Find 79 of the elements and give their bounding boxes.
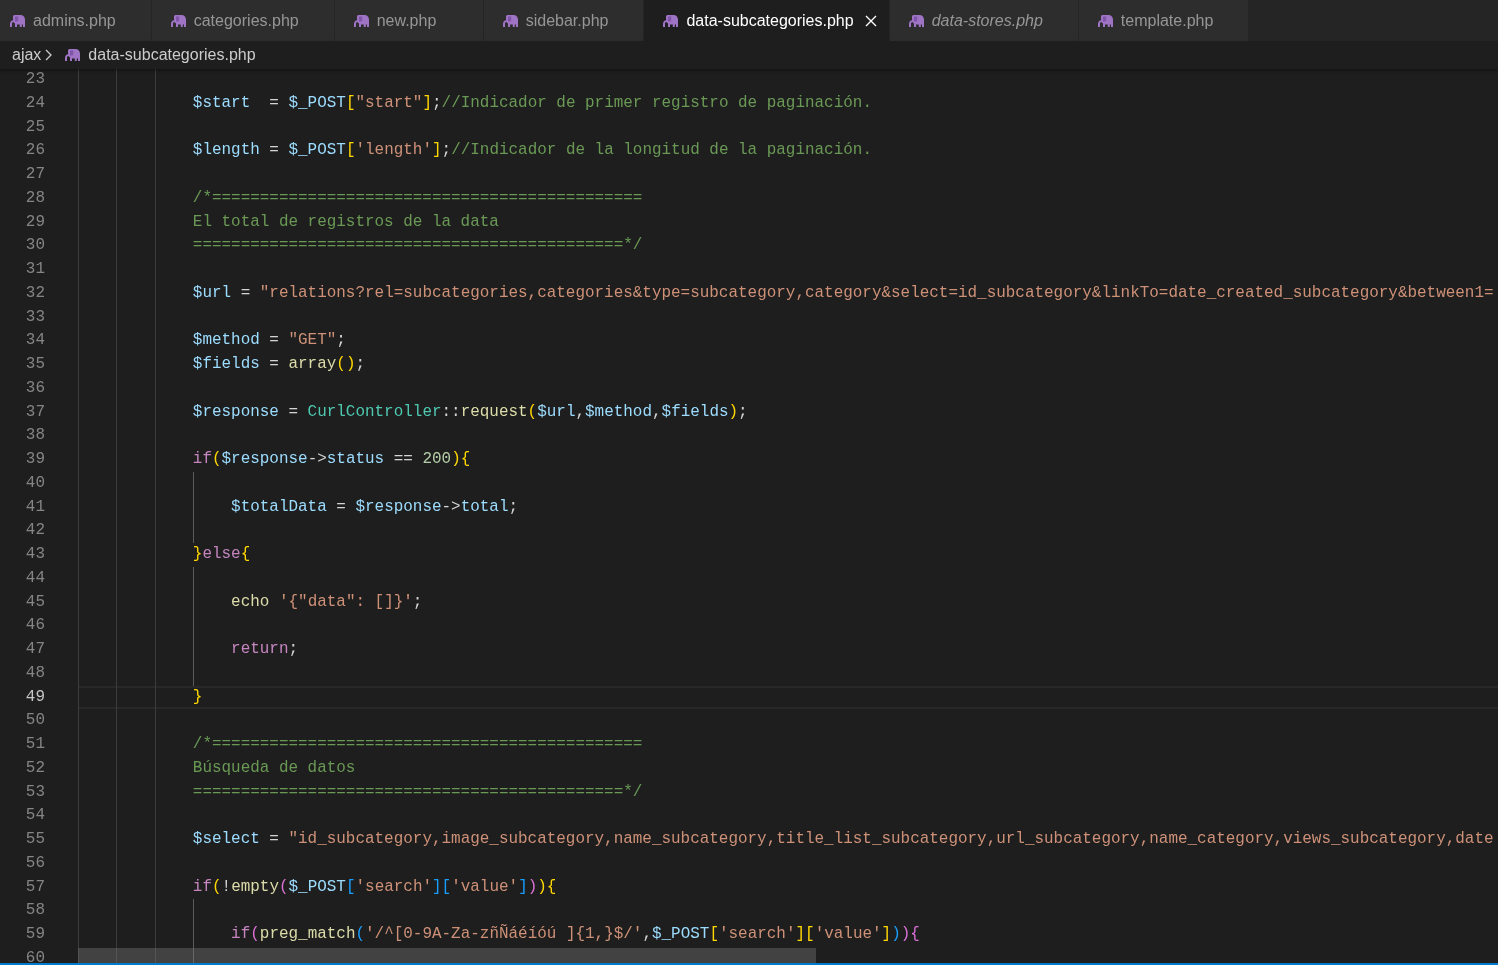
elephant-icon (9, 14, 25, 27)
line-number: 37 (25, 401, 45, 423)
line-number: 24 (25, 92, 45, 114)
code-line: return; (231, 639, 299, 660)
editor-tab[interactable]: data-stores.php (889, 0, 1079, 41)
line-number: 49 (25, 686, 45, 708)
elephant-icon (1096, 14, 1113, 27)
line-number: 45 (25, 591, 45, 613)
editor-tab[interactable]: new.php (334, 0, 484, 41)
editor-tab[interactable]: sidebar.php (483, 0, 645, 41)
elephant-icon (352, 14, 369, 27)
horizontal-scrollbar[interactable] (78, 948, 816, 963)
code-line: if($response->status == 200){ (192, 449, 471, 470)
code-line: $url = "relations?rel=subcategories,categories&type=subcategory,category&select=id_subcategory&linkTo=date_created_subcategory&between1= (192, 282, 1494, 304)
line-number: 50 (25, 710, 45, 732)
elephant-icon (64, 49, 81, 61)
code-line: $response = CurlController::request($url,$method,$fields); (192, 401, 748, 423)
line-number: 58 (25, 900, 45, 922)
code-line: =============================================*/ (192, 781, 643, 803)
line-number: 30 (25, 235, 45, 257)
line-number: 32 (25, 282, 45, 304)
code-line: /*============================================= (192, 187, 643, 209)
breadcrumb-item[interactable]: ajax (12, 43, 42, 67)
code-line: } (192, 686, 203, 708)
code-line: $fields = array(); (192, 354, 366, 375)
code-line: Búsqueda de datos (192, 757, 356, 779)
line-number: 43 (25, 544, 45, 565)
editor-tab[interactable]: data-subcategories.php (644, 0, 890, 41)
line-number: 33 (25, 306, 45, 328)
code-line: $method = "GET"; (192, 330, 346, 352)
line-number: 34 (25, 330, 45, 352)
line-number: 57 (25, 876, 45, 898)
code-line: $length = $_POST['length'];//Indicador de la longitud de la paginación. (192, 140, 872, 162)
line-number: 39 (25, 449, 45, 470)
line-number: 25 (25, 116, 45, 138)
line-number: 26 (25, 140, 45, 162)
line-number: 27 (25, 164, 45, 185)
code-line: $start = $_POST["start"];//Indicador de primer registro de paginación. (192, 92, 872, 114)
close-icon[interactable] (864, 14, 877, 27)
line-number: 52 (25, 757, 45, 779)
code-line: echo '{"data": []}'; (231, 591, 423, 613)
line-number: 36 (25, 377, 45, 399)
line-number: 38 (25, 425, 45, 447)
editor-tab[interactable]: template.php (1078, 0, 1250, 41)
chevron-right-icon (45, 49, 53, 61)
line-number: 53 (25, 781, 45, 803)
editor-tab[interactable]: categories.php (151, 0, 335, 41)
elephant-icon (501, 14, 518, 27)
elephant-icon (662, 14, 679, 27)
line-number: 51 (25, 734, 45, 755)
line-number: 47 (25, 639, 45, 660)
line-number: 46 (25, 615, 45, 637)
line-number: 54 (25, 805, 45, 827)
line-number: 29 (25, 211, 45, 233)
line-number: 23 (25, 69, 45, 90)
code-line: =============================================*/ (192, 235, 643, 257)
code-line: El total de registros de la data (192, 211, 499, 233)
line-number: 59 (25, 924, 45, 945)
line-number: 42 (25, 520, 45, 542)
line-number: 35 (25, 354, 45, 375)
line-number: 31 (25, 259, 45, 280)
line-number: 60 (25, 947, 45, 963)
code-line: if(preg_match('/^[0-9A-Za-zñÑáéíóú ]{1,}$/',$_POST['search']['value'])){ (231, 923, 920, 945)
line-number: 41 (25, 496, 45, 518)
elephant-icon (907, 14, 924, 27)
line-number: 28 (25, 187, 45, 209)
elephant-icon (169, 14, 186, 27)
line-number: 48 (25, 662, 45, 684)
line-number: 44 (25, 567, 45, 589)
code-line: }else{ (192, 544, 251, 565)
code-line: if(!empty($_POST['search']['value'])){ (192, 876, 557, 898)
editor-tab[interactable]: admins.php (0, 0, 152, 41)
breadcrumb-item[interactable]: data-subcategories.php (64, 43, 256, 67)
line-number: 56 (25, 852, 45, 874)
line-number: 40 (25, 472, 45, 494)
code-line: /*============================================= (192, 734, 643, 755)
code-line: $totalData = $response->total; (231, 496, 519, 518)
code-line: $select = "id_subcategory,image_subcategory,name_subcategory,title_list_subcategory,url_subcategory,name_category,views_subcategory,date (192, 829, 1494, 850)
line-number: 55 (25, 829, 45, 850)
